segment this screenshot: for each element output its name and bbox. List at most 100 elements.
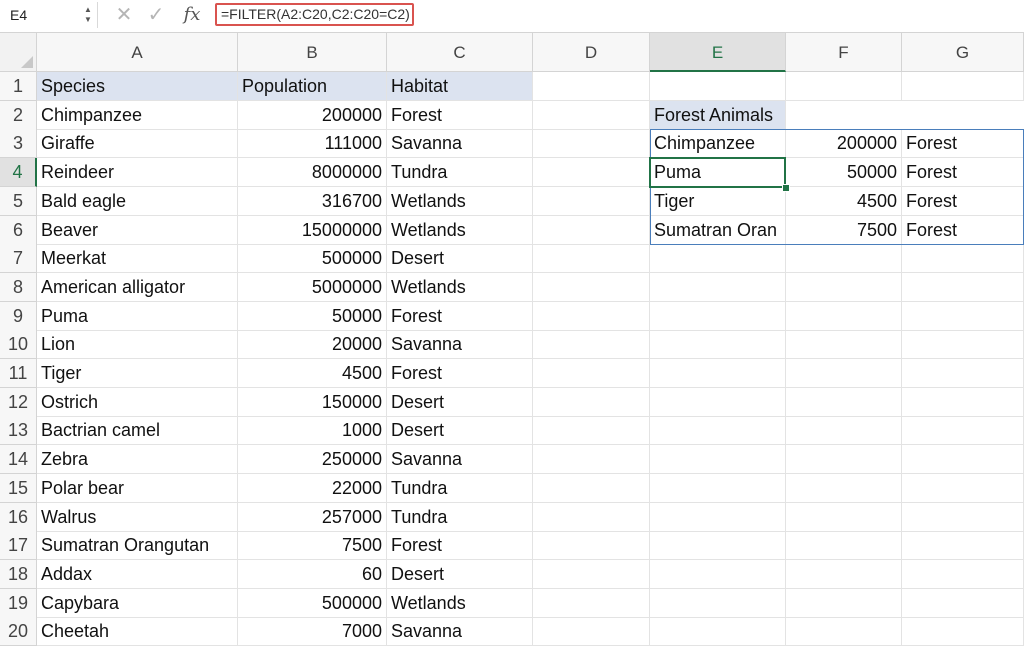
cell-e13[interactable]: [650, 416, 786, 446]
table-cell-b2[interactable]: 200000: [238, 100, 387, 130]
cell-d7[interactable]: [533, 244, 650, 274]
cell-f9[interactable]: [786, 301, 902, 331]
cell-d4[interactable]: [533, 158, 650, 188]
table-cell-c14[interactable]: Savanna: [387, 445, 533, 475]
cell-d3[interactable]: [533, 129, 650, 159]
table-cell-c17[interactable]: Forest: [387, 531, 533, 561]
table-cell-a2[interactable]: Chimpanzee: [37, 100, 238, 130]
table-cell-b17[interactable]: 7500: [238, 531, 387, 561]
checkmark-icon[interactable]: ✓: [146, 3, 166, 27]
filter-cell-e6[interactable]: Sumatran Oran: [650, 215, 786, 245]
row-header-3[interactable]: 3: [0, 129, 37, 159]
formula-input[interactable]: =FILTER(A2:C20,C2:C20=C2): [215, 3, 414, 26]
table-cell-a20[interactable]: Cheetah: [37, 617, 238, 647]
cell-e17[interactable]: [650, 531, 786, 561]
table-cell-c3[interactable]: Savanna: [387, 129, 533, 159]
cell-g19[interactable]: [902, 588, 1024, 618]
cell-f10[interactable]: [786, 330, 902, 360]
cell-d5[interactable]: [533, 186, 650, 216]
row-header-13[interactable]: 13: [0, 416, 37, 446]
table-cell-a12[interactable]: Ostrich: [37, 387, 238, 417]
filter-cell-f6[interactable]: 7500: [786, 215, 902, 245]
filter-cell-f5[interactable]: 4500: [786, 186, 902, 216]
cell-g12[interactable]: [902, 387, 1024, 417]
cell-f13[interactable]: [786, 416, 902, 446]
table-cell-a3[interactable]: Giraffe: [37, 129, 238, 159]
cell-d17[interactable]: [533, 531, 650, 561]
table-cell-b18[interactable]: 60: [238, 559, 387, 589]
table-cell-a9[interactable]: Puma: [37, 301, 238, 331]
table-cell-a13[interactable]: Bactrian camel: [37, 416, 238, 446]
table-cell-a14[interactable]: Zebra: [37, 445, 238, 475]
row-header-5[interactable]: 5: [0, 186, 37, 216]
cell-g8[interactable]: [902, 272, 1024, 302]
name-box-stepper-icon[interactable]: ▲ ▼: [83, 5, 93, 27]
table-cell-a4[interactable]: Reindeer: [37, 158, 238, 188]
row-header-1[interactable]: 1: [0, 72, 37, 101]
cell-d9[interactable]: [533, 301, 650, 331]
row-header-9[interactable]: 9: [0, 301, 37, 331]
cell-f11[interactable]: [786, 359, 902, 388]
cell-d20[interactable]: [533, 617, 650, 647]
table-cell-c12[interactable]: Desert: [387, 387, 533, 417]
table-cell-b3[interactable]: 111000: [238, 129, 387, 159]
cell-e20[interactable]: [650, 617, 786, 647]
table-cell-a5[interactable]: Bald eagle: [37, 186, 238, 216]
cell-d12[interactable]: [533, 387, 650, 417]
filter-cell-e3[interactable]: Chimpanzee: [650, 129, 786, 159]
row-header-14[interactable]: 14: [0, 445, 37, 475]
row-header-2[interactable]: 2: [0, 100, 37, 130]
table-cell-b8[interactable]: 5000000: [238, 272, 387, 302]
cell-e10[interactable]: [650, 330, 786, 360]
name-box[interactable]: E4 ▲ ▼: [0, 2, 98, 28]
table-cell-c15[interactable]: Tundra: [387, 473, 533, 503]
cell-d11[interactable]: [533, 359, 650, 388]
table-header-3[interactable]: Habitat: [387, 72, 533, 101]
table-cell-c20[interactable]: Savanna: [387, 617, 533, 647]
cell-f14[interactable]: [786, 445, 902, 475]
cell-f12[interactable]: [786, 387, 902, 417]
cell-d10[interactable]: [533, 330, 650, 360]
cell-g11[interactable]: [902, 359, 1024, 388]
table-cell-a11[interactable]: Tiger: [37, 359, 238, 388]
row-header-16[interactable]: 16: [0, 502, 37, 532]
cell-f16[interactable]: [786, 502, 902, 532]
cell-f19[interactable]: [786, 588, 902, 618]
filter-cell-e4[interactable]: Puma: [650, 158, 786, 188]
table-cell-a16[interactable]: Walrus: [37, 502, 238, 532]
table-cell-b19[interactable]: 500000: [238, 588, 387, 618]
row-header-4[interactable]: 4: [0, 158, 37, 188]
table-cell-b4[interactable]: 8000000: [238, 158, 387, 188]
cell-e18[interactable]: [650, 559, 786, 589]
filter-cell-g6[interactable]: Forest: [902, 215, 1024, 245]
row-header-12[interactable]: 12: [0, 387, 37, 417]
table-cell-a15[interactable]: Polar bear: [37, 473, 238, 503]
row-header-17[interactable]: 17: [0, 531, 37, 561]
column-header-b[interactable]: B: [238, 33, 387, 72]
cell-e19[interactable]: [650, 588, 786, 618]
filter-cell-f3[interactable]: 200000: [786, 129, 902, 159]
row-header-7[interactable]: 7: [0, 244, 37, 274]
filter-title[interactable]: Forest Animals: [650, 100, 786, 130]
cell-f7[interactable]: [786, 244, 902, 274]
cell-g1[interactable]: [902, 72, 1024, 101]
table-cell-b7[interactable]: 500000: [238, 244, 387, 274]
table-cell-c7[interactable]: Desert: [387, 244, 533, 274]
column-header-g[interactable]: G: [902, 33, 1024, 72]
table-header-1[interactable]: Species: [37, 72, 238, 101]
cell-f17[interactable]: [786, 531, 902, 561]
table-cell-c9[interactable]: Forest: [387, 301, 533, 331]
table-cell-b20[interactable]: 7000: [238, 617, 387, 647]
filter-cell-g4[interactable]: Forest: [902, 158, 1024, 188]
column-header-c[interactable]: C: [387, 33, 533, 72]
table-cell-a8[interactable]: American alligator: [37, 272, 238, 302]
filter-cell-f4[interactable]: 50000: [786, 158, 902, 188]
cell-e12[interactable]: [650, 387, 786, 417]
table-cell-c18[interactable]: Desert: [387, 559, 533, 589]
table-cell-c11[interactable]: Forest: [387, 359, 533, 388]
cell-g10[interactable]: [902, 330, 1024, 360]
table-cell-b9[interactable]: 50000: [238, 301, 387, 331]
row-header-6[interactable]: 6: [0, 215, 37, 245]
cell-e16[interactable]: [650, 502, 786, 532]
table-cell-c13[interactable]: Desert: [387, 416, 533, 446]
